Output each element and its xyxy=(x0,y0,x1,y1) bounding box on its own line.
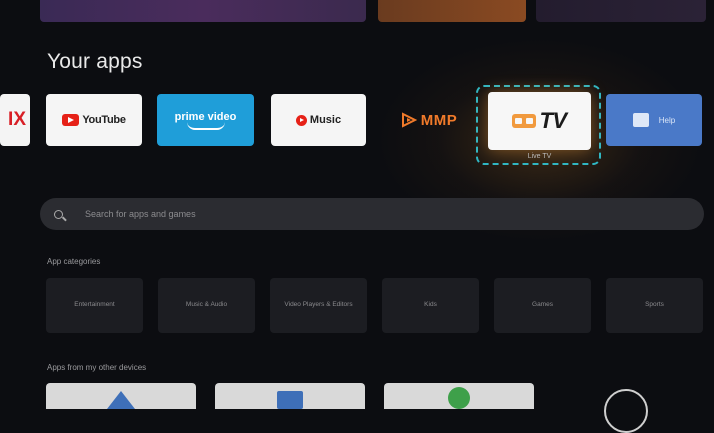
app-tile-live-tv[interactable]: TV xyxy=(488,92,591,150)
search-icon xyxy=(54,209,63,219)
tv-logo-text: TV xyxy=(539,108,567,133)
music-logo-text: Music xyxy=(309,114,342,126)
app-tile-mmp[interactable]: MMP xyxy=(380,94,478,146)
category-tile[interactable]: Sports xyxy=(606,278,703,333)
device-app-icon xyxy=(107,391,135,409)
youtube-logo-text: YouTube xyxy=(82,114,126,126)
focused-app-caption: Live TV xyxy=(527,153,552,160)
category-tile[interactable]: Video Players & Editors xyxy=(270,278,367,333)
category-tile[interactable]: Music & Audio xyxy=(158,278,255,333)
prime-smile-icon xyxy=(186,122,225,130)
youtube-play-icon xyxy=(62,114,80,126)
device-app-tile[interactable] xyxy=(384,383,534,409)
app-tile-youtube[interactable]: YouTube xyxy=(46,94,142,146)
featured-card-2[interactable] xyxy=(378,0,526,22)
app-tile-netflix[interactable]: IX xyxy=(0,94,30,146)
search-placeholder: Search for apps and games xyxy=(85,209,196,219)
help-app-icon xyxy=(632,113,649,127)
device-app-tile[interactable] xyxy=(215,383,365,409)
top-featured-row xyxy=(0,0,714,22)
app-tile-prime-video[interactable]: prime video xyxy=(157,94,254,146)
mmp-logo-icon xyxy=(401,112,417,128)
category-tile[interactable]: Kids xyxy=(382,278,479,333)
device-app-tile[interactable] xyxy=(46,383,196,409)
netflix-logo-text: IX xyxy=(8,109,26,130)
mmp-logo-text: MMP xyxy=(420,111,458,129)
help-logo-text: Help xyxy=(658,115,676,125)
search-input[interactable]: Search for apps and games xyxy=(40,198,704,230)
device-app-round-icon[interactable] xyxy=(604,389,648,433)
tv-badge-icon xyxy=(512,114,537,128)
device-app-icon xyxy=(277,391,303,409)
device-app-icon xyxy=(448,387,470,409)
featured-card-1[interactable] xyxy=(40,0,366,22)
app-tile-help[interactable]: Help xyxy=(606,94,702,146)
section-title-your-apps: Your apps xyxy=(47,50,143,73)
music-play-icon xyxy=(295,114,307,126)
featured-card-3[interactable] xyxy=(536,0,706,22)
category-tile[interactable]: Games xyxy=(494,278,591,333)
category-tile[interactable]: Entertainment xyxy=(46,278,143,333)
app-categories-title: App categories xyxy=(47,257,101,266)
app-tile-youtube-music[interactable]: Music xyxy=(271,94,366,146)
other-devices-title: Apps from my other devices xyxy=(47,363,147,372)
prime-video-logo-text: prime video xyxy=(174,110,237,123)
